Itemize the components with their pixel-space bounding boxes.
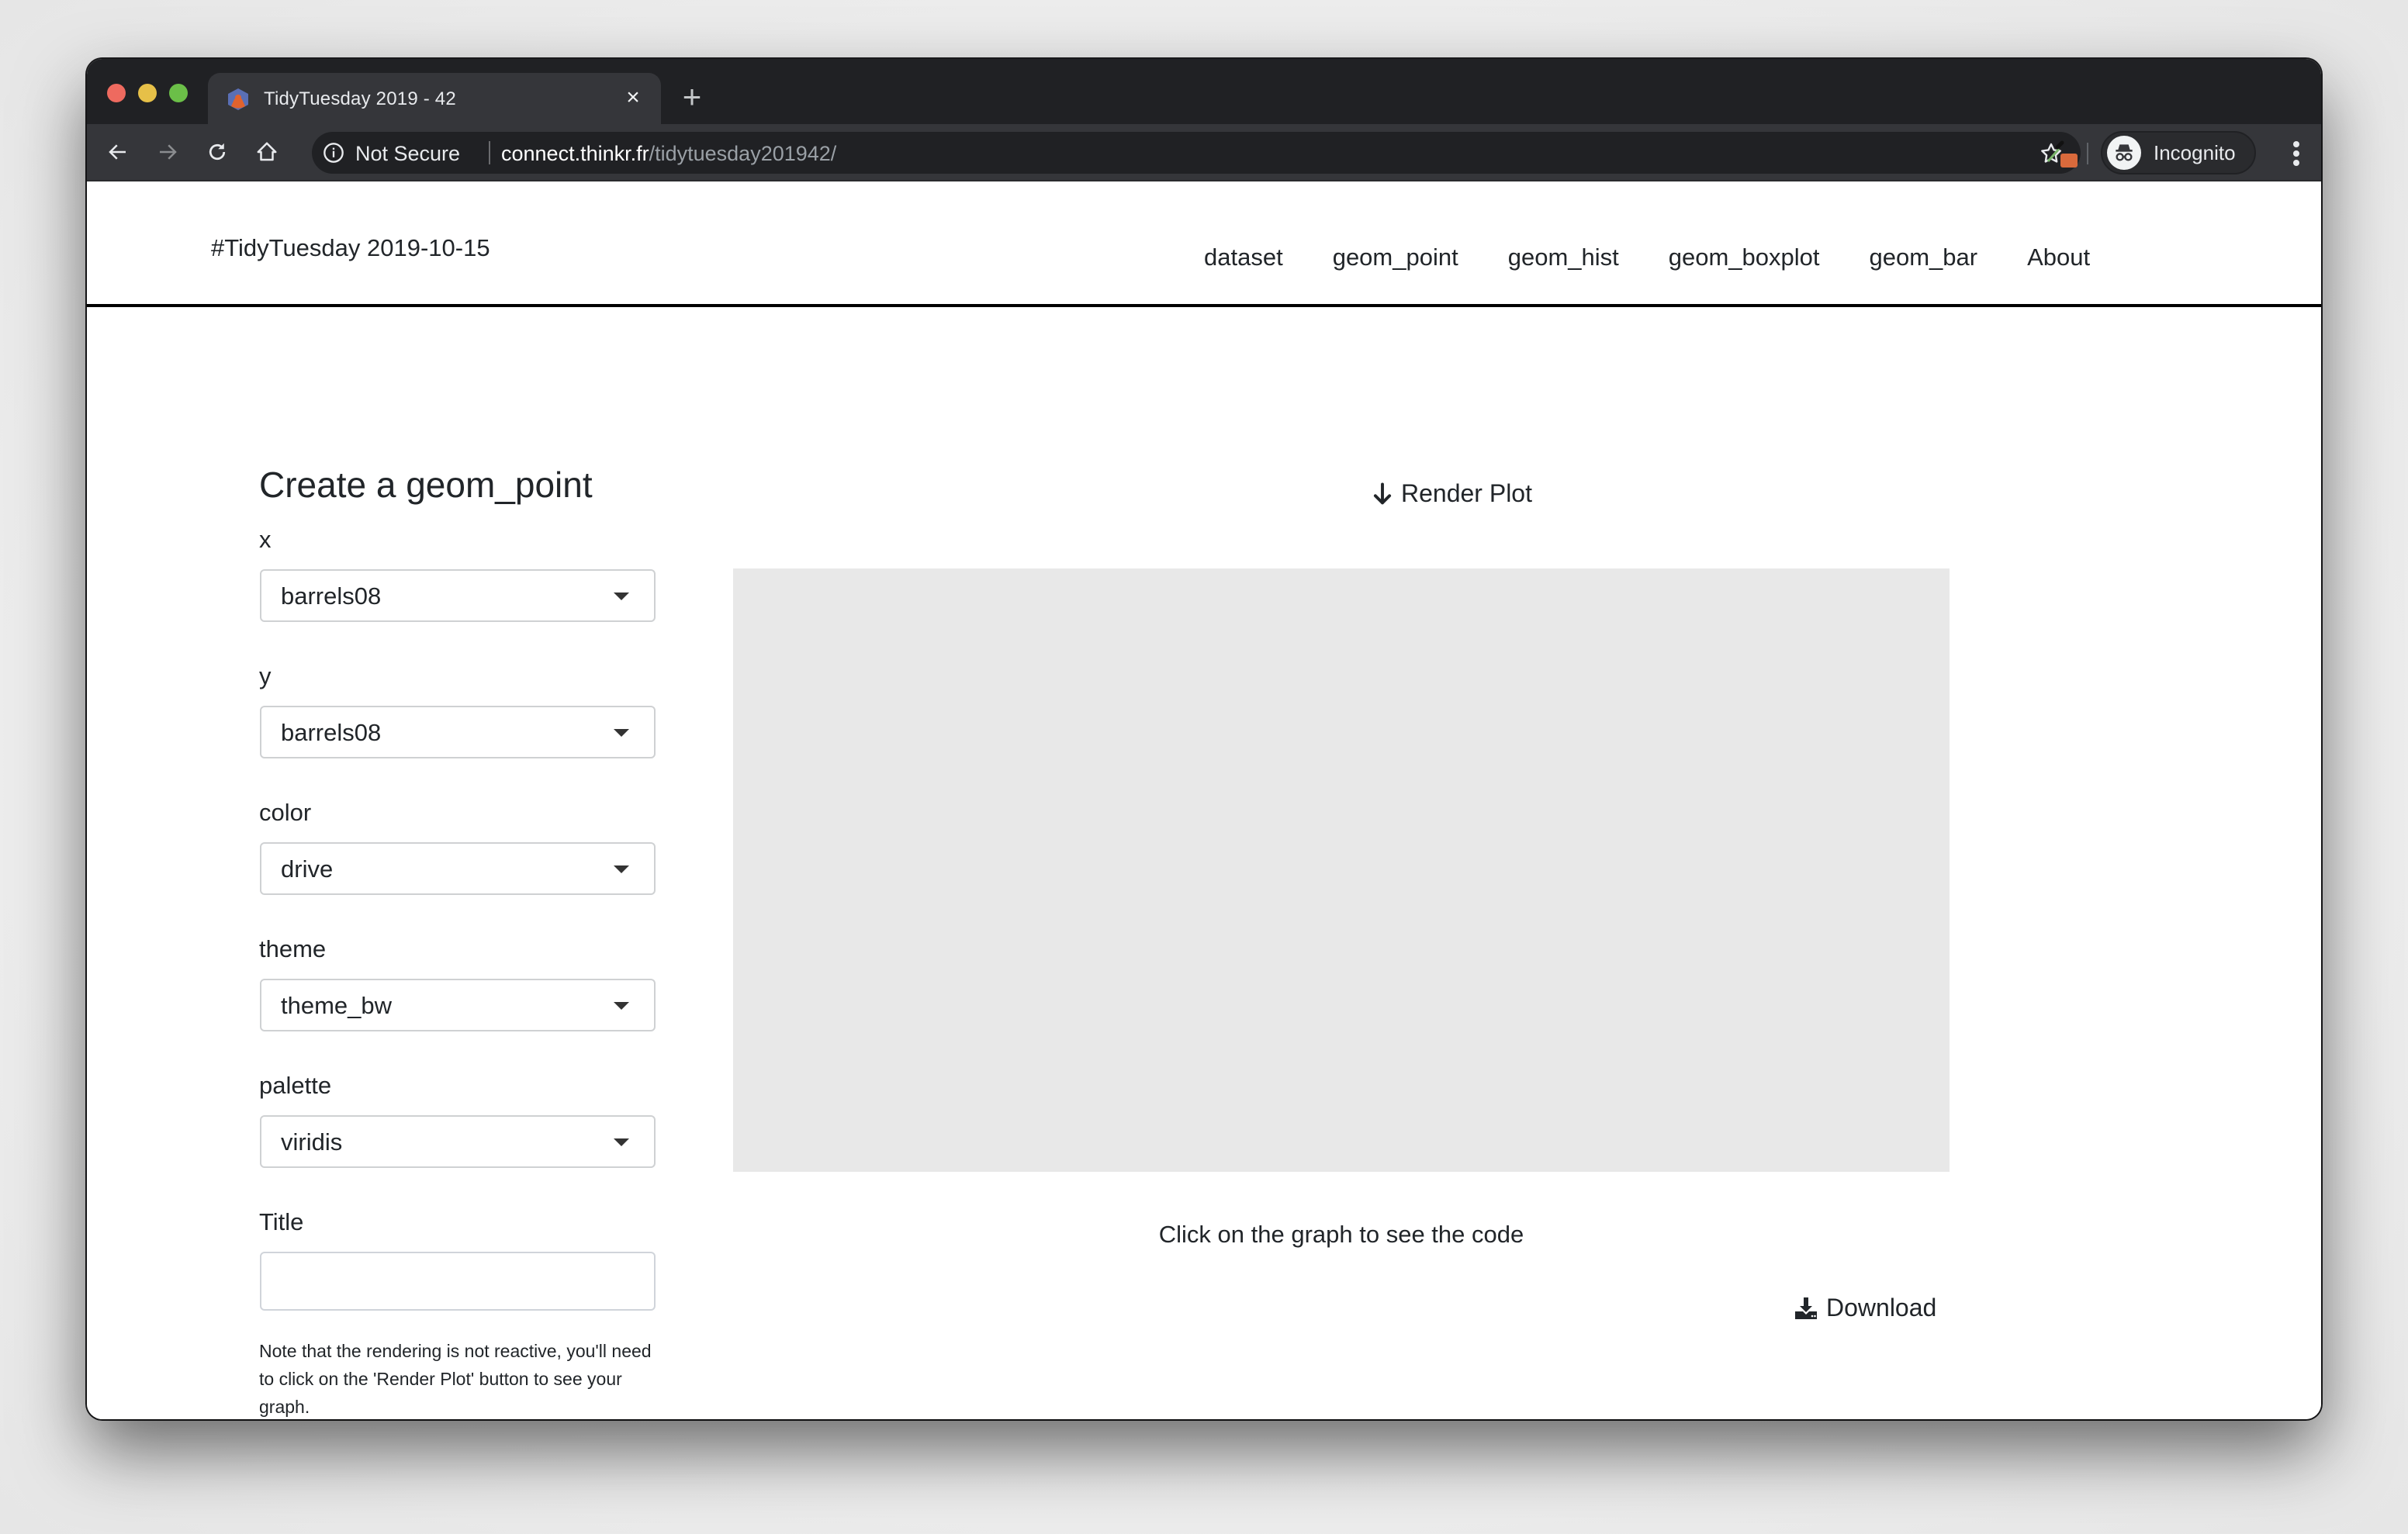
reload-icon: [209, 143, 226, 161]
y-label: y: [259, 662, 272, 689]
nav-geom-hist[interactable]: geom_hist: [1508, 244, 1619, 271]
arrow-left-icon: [109, 144, 126, 160]
url-text[interactable]: connect.thinkr.fr/tidytuesday201942/: [501, 142, 836, 166]
tab-title: TidyTuesday 2019 - 42: [264, 88, 456, 109]
url-path: /tidytuesday201942/: [649, 142, 837, 165]
nav-about[interactable]: About: [2027, 244, 2090, 271]
x-select-value: barrels08: [281, 582, 382, 610]
theme-select[interactable]: theme_bw: [260, 979, 656, 1031]
browser-toolbar: Not Secure connect.thinkr.fr/tidytuesday…: [87, 124, 2321, 181]
security-label: Not Secure: [355, 142, 461, 165]
back-button[interactable]: [102, 136, 133, 168]
color-label: color: [259, 799, 312, 826]
nav-geom-boxplot[interactable]: geom_boxplot: [1669, 244, 1820, 271]
arrow-down-icon: [1373, 482, 1392, 504]
download-button[interactable]: Download: [1794, 1294, 1936, 1322]
chevron-down-icon: [614, 1138, 629, 1146]
theme-label: theme: [259, 935, 327, 962]
download-icon: [1795, 1297, 1817, 1319]
browser-window: TidyTuesday 2019 - 42 × + Not Secure con…: [87, 59, 2321, 1419]
render-plot-button[interactable]: Render Plot: [1372, 479, 1532, 508]
url-host: connect.thinkr.fr: [501, 142, 649, 165]
title-label: Title: [259, 1208, 304, 1235]
x-label: x: [259, 526, 272, 553]
new-tab-button[interactable]: +: [678, 81, 706, 113]
palette-select-value: viridis: [281, 1128, 343, 1156]
chevron-down-icon: [614, 729, 629, 737]
home-icon: [257, 142, 277, 161]
chevron-down-icon: [614, 1002, 629, 1010]
hex-sticker-icon: [228, 88, 248, 110]
x-select[interactable]: barrels08: [260, 569, 656, 622]
site-navbar: #TidyTuesday 2019-10-15 dataset geom_poi…: [87, 181, 2321, 307]
chevron-down-icon: [614, 865, 629, 873]
incognito-profile-button[interactable]: Incognito: [2101, 131, 2256, 174]
title-input[interactable]: [260, 1252, 656, 1311]
browser-menu-icon[interactable]: [2289, 138, 2304, 169]
address-bar[interactable]: Not Secure connect.thinkr.fr/tidytuesday…: [312, 132, 2081, 174]
download-label: Download: [1826, 1294, 1937, 1322]
render-plot-label: Render Plot: [1401, 479, 1532, 507]
forward-button[interactable]: [152, 136, 183, 168]
nav-geom-bar[interactable]: geom_bar: [1870, 244, 1978, 271]
nav-links: dataset geom_point geom_hist geom_boxplo…: [1204, 244, 2140, 271]
site-brand[interactable]: #TidyTuesday 2019-10-15: [211, 234, 490, 262]
nav-dataset[interactable]: dataset: [1204, 244, 1283, 271]
color-select-value: drive: [281, 855, 334, 883]
theme-select-value: theme_bw: [281, 992, 393, 1019]
page-content: #TidyTuesday 2019-10-15 dataset geom_poi…: [87, 181, 2321, 1419]
chevron-down-icon: [614, 593, 629, 600]
arrow-right-icon: [160, 144, 177, 160]
palette-label: palette: [259, 1072, 332, 1099]
tab-active[interactable]: TidyTuesday 2019 - 42 ×: [208, 73, 661, 124]
incognito-icon: [2107, 136, 2141, 170]
palette-select[interactable]: viridis: [260, 1115, 656, 1168]
tab-bar: TidyTuesday 2019 - 42 × +: [87, 59, 2321, 124]
y-select-value: barrels08: [281, 719, 382, 746]
y-select[interactable]: barrels08: [260, 706, 656, 758]
incognito-label: Incognito: [2154, 140, 2236, 164]
close-window-button[interactable]: [107, 84, 126, 102]
nav-geom-point[interactable]: geom_point: [1333, 244, 1458, 271]
plot-output[interactable]: [733, 568, 1950, 1172]
form-heading: Create a geom_point: [259, 465, 593, 505]
render-help-note: Note that the rendering is not reactive,…: [259, 1341, 652, 1417]
home-button[interactable]: [251, 136, 282, 168]
omnibox-divider: [489, 141, 490, 164]
reload-button[interactable]: [202, 136, 233, 168]
close-tab-icon[interactable]: ×: [621, 85, 645, 110]
eyedropper-extension-icon[interactable]: [2043, 138, 2082, 169]
minimize-window-button[interactable]: [138, 84, 157, 102]
color-select[interactable]: drive: [260, 842, 656, 895]
maximize-window-button[interactable]: [169, 84, 188, 102]
info-icon[interactable]: [323, 142, 344, 164]
toolbar-separator: [2087, 143, 2088, 164]
plot-caption: Click on the graph to see the code: [1158, 1221, 1524, 1248]
